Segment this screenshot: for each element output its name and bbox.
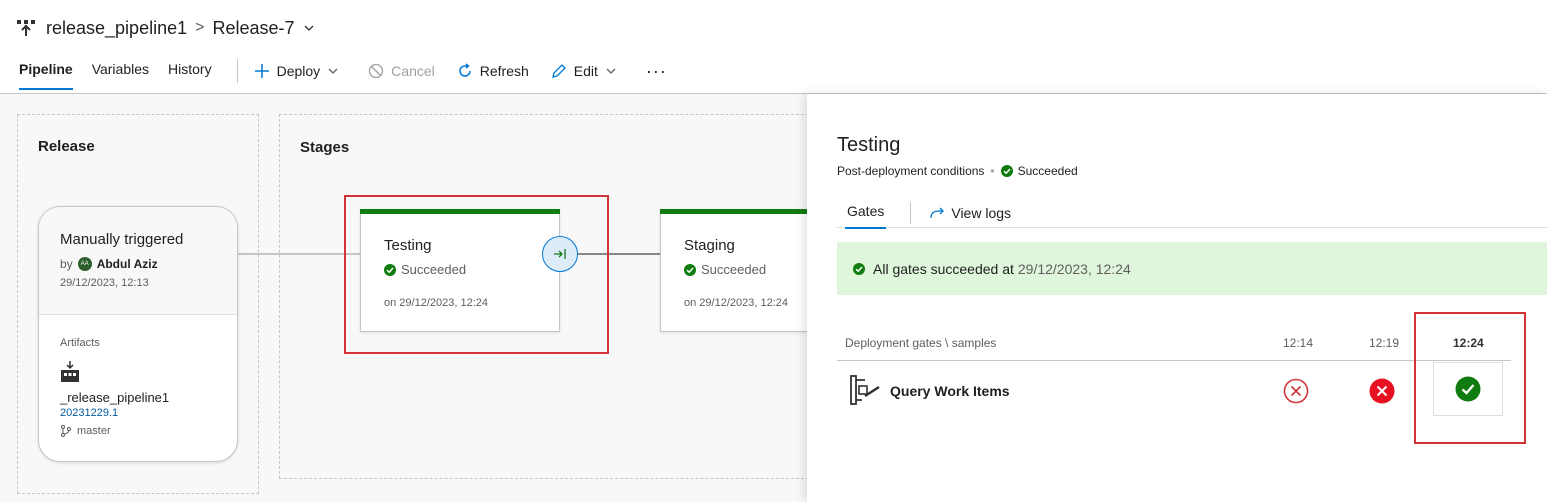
connector-line bbox=[238, 253, 360, 255]
build-artifact-icon bbox=[61, 361, 79, 382]
stage-status: Succeeded bbox=[684, 262, 766, 277]
avatar: AA bbox=[77, 257, 92, 271]
stage-status-label: Succeeded bbox=[701, 262, 767, 277]
release-pipeline-icon bbox=[17, 20, 35, 36]
gates-column-label: Deployment gates \ samples bbox=[845, 336, 997, 350]
artifacts-info: Artifacts _release_pipeline1 20231229.1 … bbox=[39, 315, 237, 437]
success-icon bbox=[684, 263, 696, 276]
edit-label: Edit bbox=[573, 63, 598, 79]
refresh-button[interactable]: Refresh bbox=[457, 63, 529, 79]
refresh-icon bbox=[459, 63, 471, 77]
trigger-info: Manually triggered by AA Abdul Aziz 29/1… bbox=[39, 207, 237, 315]
artifact-name: _release_pipeline1 bbox=[60, 390, 170, 405]
deploy-button[interactable]: Deploy bbox=[254, 63, 347, 79]
more-options-button[interactable]: ··· bbox=[646, 61, 667, 82]
refresh-label: Refresh bbox=[479, 63, 529, 79]
pencil-icon bbox=[551, 64, 566, 78]
breadcrumb: release_pipeline1 > Release-7 bbox=[16, 16, 315, 40]
edit-button[interactable]: Edit bbox=[551, 63, 624, 79]
chevron-down-icon bbox=[328, 68, 338, 74]
tab-pipeline[interactable]: Pipeline bbox=[19, 56, 73, 90]
work-items-query-icon bbox=[850, 375, 880, 405]
tab-history[interactable]: History bbox=[168, 56, 212, 86]
cancel-icon bbox=[369, 63, 384, 79]
tab-bar: Pipeline Variables History Deploy Cancel… bbox=[19, 56, 689, 90]
sample-result-failed[interactable] bbox=[1283, 378, 1309, 407]
release-section-title: Release bbox=[38, 138, 95, 155]
share-arrow-icon bbox=[930, 207, 945, 218]
release-trigger-card[interactable]: Manually triggered by AA Abdul Aziz 29/1… bbox=[38, 206, 238, 462]
banner-date: 29/12/2023, 12:24 bbox=[1017, 260, 1131, 277]
trigger-user: by AA Abdul Aziz bbox=[60, 257, 237, 271]
error-icon bbox=[1369, 378, 1395, 404]
stages-section-title: Stages bbox=[300, 139, 350, 156]
by-label: by bbox=[60, 257, 73, 271]
sample-time-header: 12:14 bbox=[1283, 336, 1314, 350]
deploy-label: Deploy bbox=[276, 63, 321, 79]
tab-gates[interactable]: Gates bbox=[837, 198, 887, 229]
artifact-branch: master bbox=[60, 425, 237, 437]
cancel-button[interactable]: Cancel bbox=[368, 63, 435, 79]
branch-icon bbox=[61, 425, 71, 437]
gates-table-header: Deployment gates \ samples 12:14 12:19 1… bbox=[837, 329, 1511, 361]
panel-tab-bar: Gates View logs bbox=[837, 198, 1547, 229]
panel-status: Succeeded bbox=[1017, 164, 1078, 178]
sample-time-header: 12:19 bbox=[1369, 336, 1400, 350]
top-bar: release_pipeline1 > Release-7 Pipeline V… bbox=[0, 0, 1547, 94]
gate-name[interactable]: Query Work Items bbox=[890, 383, 1010, 399]
artifacts-label: Artifacts bbox=[60, 337, 100, 349]
user-name: Abdul Aziz bbox=[96, 257, 158, 271]
subtitle-separator: • bbox=[990, 164, 995, 178]
breadcrumb-separator: > bbox=[195, 19, 205, 36]
plus-icon bbox=[254, 64, 269, 78]
highlight-box bbox=[344, 195, 609, 354]
stage-date: on 29/12/2023, 12:24 bbox=[684, 297, 788, 309]
view-logs-link[interactable]: View logs bbox=[929, 205, 1011, 221]
panel-title: Testing bbox=[837, 134, 901, 156]
success-icon bbox=[853, 262, 865, 275]
tab-variables[interactable]: Variables bbox=[92, 56, 149, 86]
panel-subtitle: Post-deployment conditions • Succeeded bbox=[837, 164, 1078, 178]
pipeline-canvas: Release Stages Manually triggered by AA … bbox=[0, 94, 860, 502]
table-row: Query Work Items bbox=[837, 362, 1511, 420]
tab-divider bbox=[910, 201, 912, 224]
view-logs-label: View logs bbox=[951, 204, 1012, 221]
gates-status-banner: All gates succeeded at 29/12/2023, 12:24 bbox=[837, 242, 1547, 295]
stage-name: Staging bbox=[684, 237, 735, 254]
breadcrumb-pipeline[interactable]: release_pipeline1 bbox=[46, 18, 187, 39]
chevron-down-icon bbox=[606, 68, 616, 74]
stage-details-panel: Testing Post-deployment conditions • Suc… bbox=[807, 94, 1547, 502]
highlight-box bbox=[1414, 312, 1526, 444]
sample-result-failed[interactable] bbox=[1369, 378, 1395, 407]
cancel-label: Cancel bbox=[391, 63, 435, 79]
breadcrumb-release[interactable]: Release-7 bbox=[212, 18, 294, 39]
branch-name: master bbox=[77, 425, 111, 437]
success-icon bbox=[1000, 165, 1013, 177]
toolbar-divider bbox=[236, 59, 238, 83]
banner-text: All gates succeeded at bbox=[873, 260, 1014, 277]
trigger-title: Manually triggered bbox=[60, 231, 184, 248]
trigger-date: 29/12/2023, 12:13 bbox=[60, 277, 149, 289]
artifact-build-link[interactable]: 20231229.1 bbox=[60, 407, 237, 419]
error-outline-icon bbox=[1283, 378, 1309, 404]
conditions-label: Post-deployment conditions bbox=[837, 164, 985, 178]
chevron-down-icon[interactable] bbox=[303, 22, 315, 34]
